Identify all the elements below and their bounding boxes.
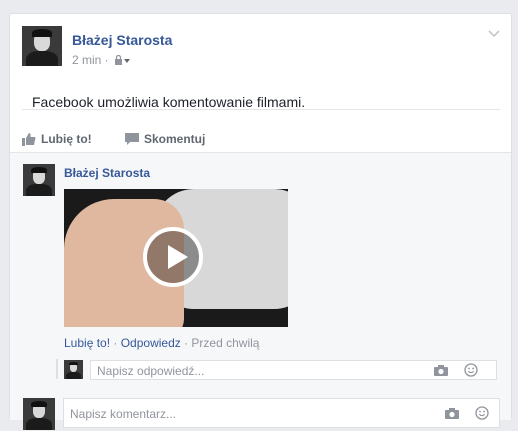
comment-actions: Lubię to! · Odpowiedz · Przed chwilą (64, 336, 260, 350)
comment-button[interactable]: Skomentuj (125, 132, 205, 146)
divider (22, 109, 500, 110)
comment-timestamp[interactable]: · Przed chwilą (181, 336, 259, 350)
camera-icon[interactable] (445, 408, 459, 419)
comment-video[interactable] (64, 189, 288, 327)
current-user-avatar (23, 398, 55, 430)
thumbs-up-icon (22, 133, 36, 146)
post-text: Facebook umożliwia komentowanie filmami. (32, 94, 306, 110)
comment-label: Skomentuj (144, 132, 206, 146)
post-card: Błażej Starosta 2 min · Facebook umożliw… (9, 13, 512, 430)
author-avatar[interactable] (22, 26, 62, 66)
privacy-lock-icon[interactable] (112, 54, 131, 65)
reply-placeholder: Napisz odpowiedź... (97, 364, 205, 378)
like-label: Lubię to! (41, 132, 92, 146)
emoji-icon[interactable] (475, 406, 489, 420)
camera-icon[interactable] (434, 365, 448, 376)
comment-placeholder: Napisz komentarz... (70, 407, 177, 421)
post-author-name[interactable]: Błażej Starosta (72, 32, 172, 48)
comment-author-name[interactable]: Błażej Starosta (64, 166, 150, 180)
commenter-avatar[interactable] (23, 164, 55, 196)
comment-reply-link[interactable]: Odpowiedz (121, 336, 181, 350)
like-button[interactable]: Lubię to! (22, 132, 92, 146)
comment-input[interactable]: Napisz komentarz... (63, 398, 500, 428)
play-icon[interactable] (143, 227, 203, 287)
reply-input[interactable]: Napisz odpowiedź... (90, 360, 497, 380)
comments-section: Błażej Starosta Lubię to! · Odpowiedz · … (10, 152, 511, 430)
reply-thread-line (56, 359, 58, 379)
speech-bubble-icon (125, 133, 139, 145)
comment-like-link[interactable]: Lubię to! (64, 336, 110, 350)
post-meta: 2 min · (72, 53, 131, 67)
post-timestamp[interactable]: 2 min · (72, 53, 109, 67)
emoji-icon[interactable] (464, 363, 478, 377)
reply-avatar (64, 360, 83, 379)
chevron-down-icon[interactable] (488, 30, 500, 38)
